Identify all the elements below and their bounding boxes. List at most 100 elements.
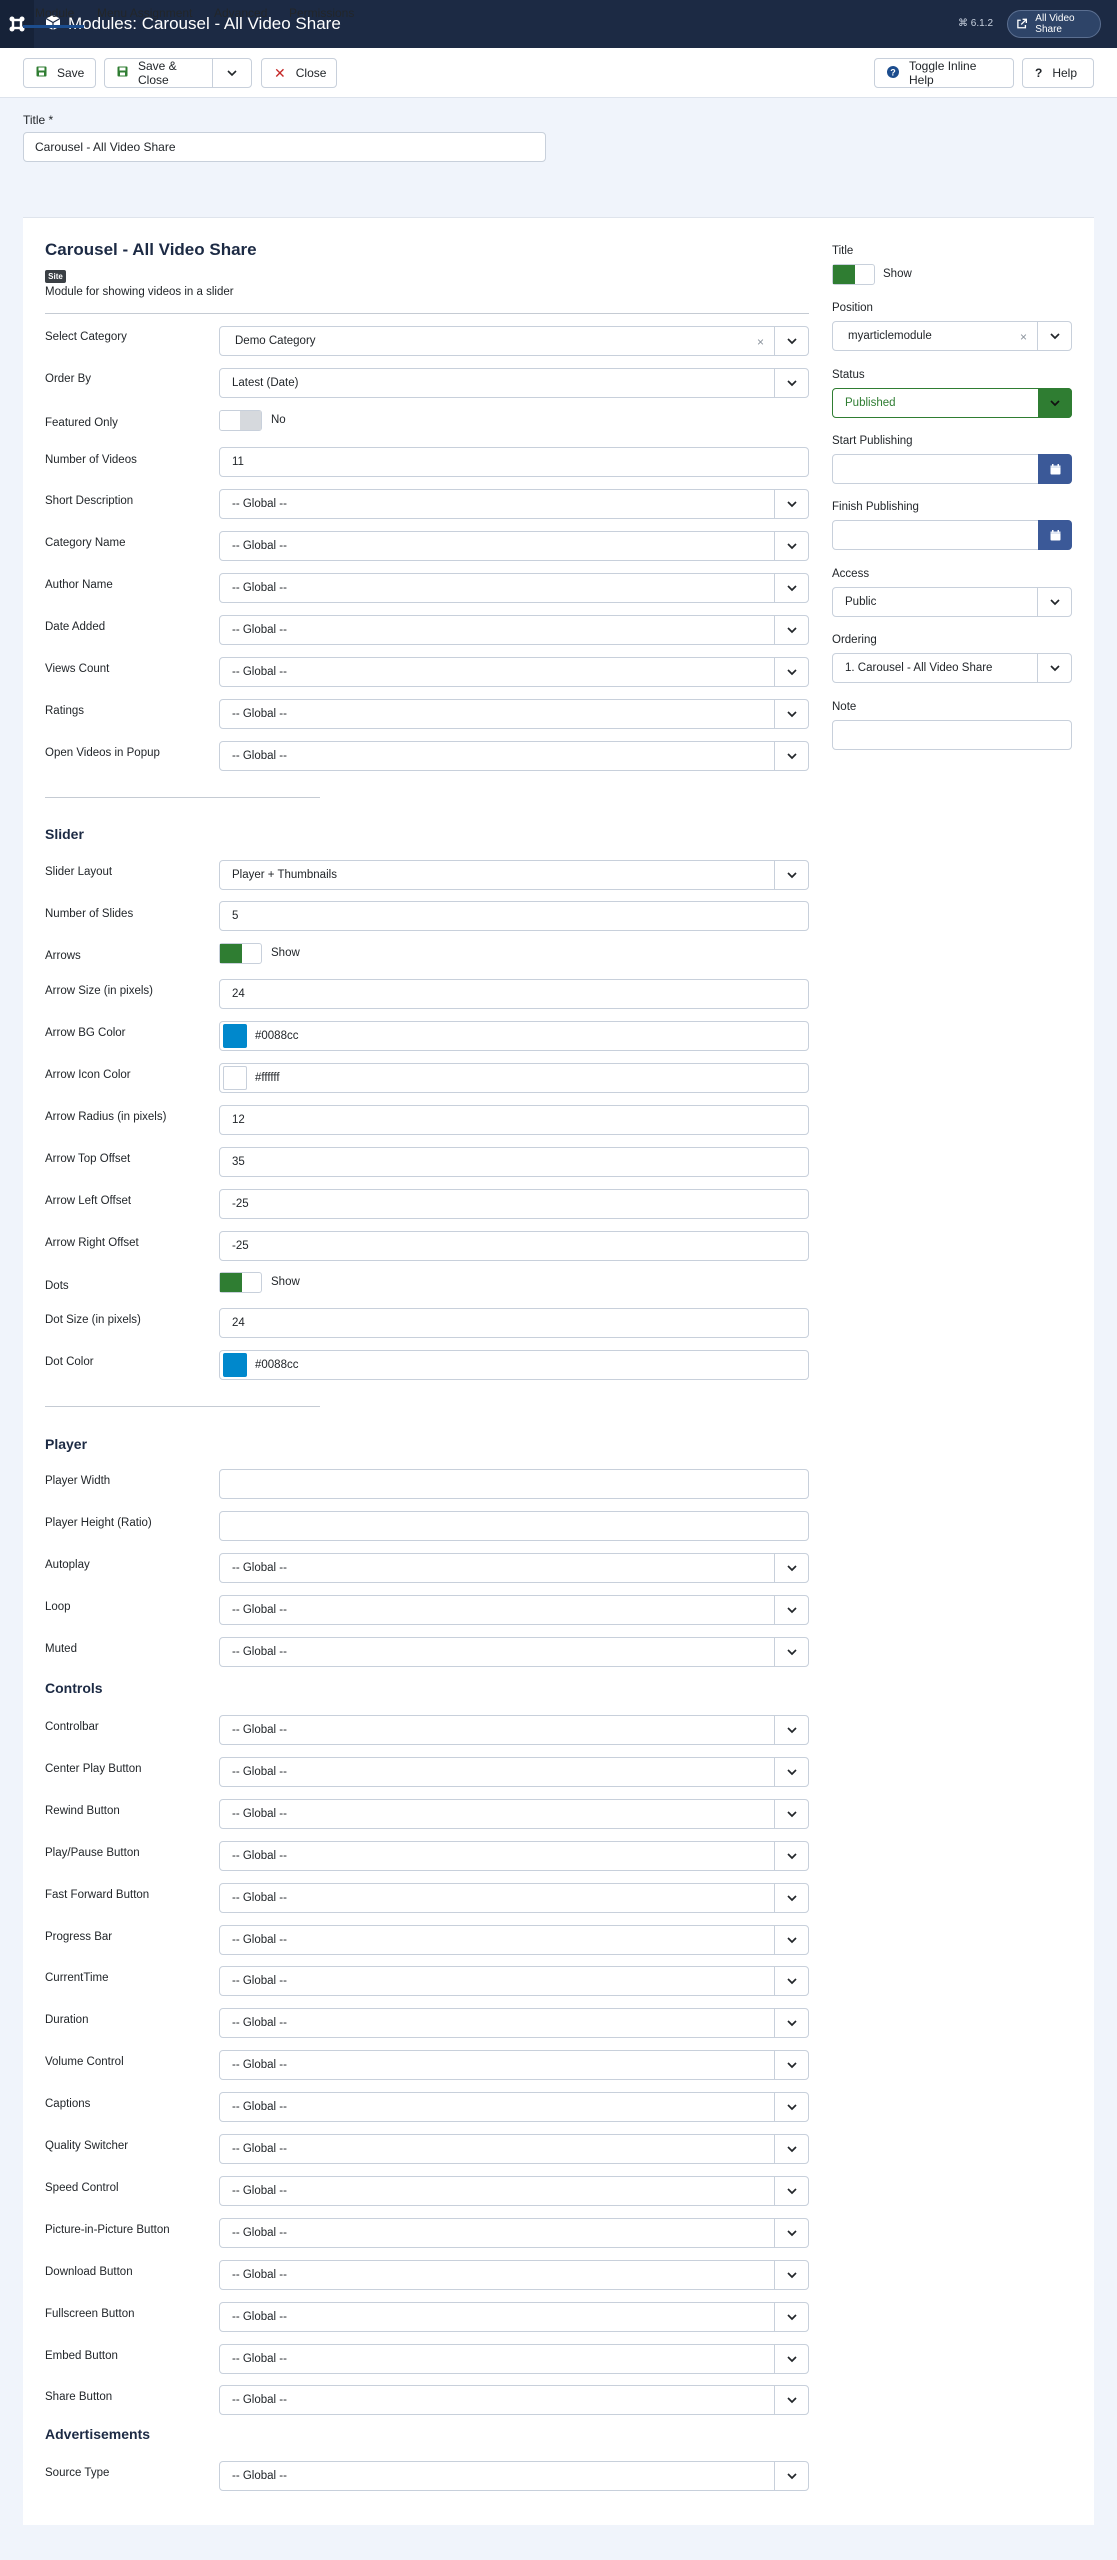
chevron-down-icon[interactable] (774, 327, 808, 355)
divider (45, 797, 320, 798)
center-play-button-select[interactable]: -- Global -- (219, 1757, 809, 1787)
quality-switcher-select[interactable]: -- Global -- (219, 2134, 809, 2164)
progress-bar-select[interactable]: -- Global -- (219, 1925, 809, 1955)
picture-in-picture-button-select[interactable]: -- Global -- (219, 2218, 809, 2248)
tab-permissions[interactable]: Permissions (289, 0, 354, 28)
save-close-button[interactable]: Save & Close (104, 58, 213, 88)
author-name-value: -- Global -- (232, 582, 287, 594)
dot-color-input[interactable]: #0088cc (219, 1350, 809, 1380)
start-publishing-input[interactable] (832, 454, 1072, 484)
arrow-bg-color-input[interactable]: #0088cc (219, 1021, 809, 1051)
order-by-select[interactable]: Latest (Date) (219, 368, 809, 398)
featured-only-toggle[interactable] (219, 410, 262, 431)
speed-control-select[interactable]: -- Global -- (219, 2176, 809, 2206)
finish-publishing-input[interactable] (832, 520, 1072, 550)
open-popup-select[interactable]: -- Global -- (219, 741, 809, 771)
dot-size-input[interactable]: 24 (219, 1308, 809, 1338)
dots-label: Dots (45, 1280, 69, 1292)
volume-control-value: -- Global -- (232, 2059, 287, 2071)
show-title-toggle[interactable] (832, 264, 875, 285)
download-button-select[interactable]: -- Global -- (219, 2260, 809, 2290)
question-icon: ? (1035, 66, 1043, 80)
featured-only-state: No (271, 414, 286, 426)
source-type-label: Source Type (45, 2467, 110, 2479)
player-height-input[interactable] (219, 1511, 809, 1541)
currenttime-select[interactable]: -- Global -- (219, 1966, 809, 1996)
calendar-icon[interactable] (1038, 520, 1072, 550)
save-options-dropdown[interactable] (212, 58, 252, 88)
tab-module[interactable]: Module (23, 0, 84, 28)
author-name-select[interactable]: -- Global -- (219, 573, 809, 603)
fast-forward-button-select[interactable]: -- Global -- (219, 1883, 809, 1913)
arrow-icon-color-input[interactable]: #ffffff (219, 1063, 809, 1093)
calendar-icon[interactable] (1038, 454, 1072, 484)
dots-toggle[interactable] (219, 1272, 262, 1293)
chevron-down-icon (774, 2051, 808, 2079)
arrows-state: Show (271, 947, 300, 959)
volume-control-select[interactable]: -- Global -- (219, 2050, 809, 2080)
captions-select[interactable]: -- Global -- (219, 2092, 809, 2122)
ordering-select[interactable]: 1. Carousel - All Video Share (832, 653, 1072, 683)
speed-control-label: Speed Control (45, 2182, 119, 2194)
share-button-select[interactable]: -- Global -- (219, 2385, 809, 2415)
arrows-label: Arrows (45, 950, 81, 962)
slider-layout-select[interactable]: Player + Thumbnails (219, 860, 809, 890)
arrow-top-offset-label: Arrow Top Offset (45, 1153, 131, 1165)
chevron-down-icon (774, 616, 808, 644)
help-button[interactable]: ? Help (1022, 58, 1094, 88)
category-name-select[interactable]: -- Global -- (219, 531, 809, 561)
short-description-select[interactable]: -- Global -- (219, 489, 809, 519)
views-count-value: -- Global -- (232, 666, 287, 678)
ratings-select[interactable]: -- Global -- (219, 699, 809, 729)
arrow-right-offset-input[interactable]: -25 (219, 1231, 809, 1261)
speed-control-value: -- Global -- (232, 2185, 287, 2197)
access-select[interactable]: Public (832, 587, 1072, 617)
color-swatch[interactable] (223, 1066, 247, 1090)
ordering-value: 1. Carousel - All Video Share (845, 662, 993, 674)
player-width-input[interactable] (219, 1469, 809, 1499)
play-pause-button-select[interactable]: -- Global -- (219, 1841, 809, 1871)
controlbar-select[interactable]: -- Global -- (219, 1715, 809, 1745)
duration-select[interactable]: -- Global -- (219, 2008, 809, 2038)
muted-select[interactable]: -- Global -- (219, 1637, 809, 1667)
chevron-down-icon[interactable] (1037, 322, 1071, 350)
toggle-inline-help-button[interactable]: ? Toggle Inline Help (874, 58, 1014, 88)
rewind-button-select[interactable]: -- Global -- (219, 1799, 809, 1829)
title-input[interactable]: Carousel - All Video Share (23, 132, 546, 162)
note-input[interactable] (832, 720, 1072, 750)
arrow-left-offset-input[interactable]: -25 (219, 1189, 809, 1219)
finish-publishing-label: Finish Publishing (832, 501, 919, 513)
color-swatch[interactable] (223, 1353, 247, 1377)
clear-icon[interactable]: × (1020, 330, 1027, 344)
arrow-radius-input[interactable]: 12 (219, 1105, 809, 1135)
status-select[interactable]: Published (832, 388, 1072, 418)
chevron-down-icon (774, 1926, 808, 1954)
embed-button-label: Embed Button (45, 2350, 118, 2362)
close-button[interactable]: ✕ Close (261, 58, 337, 88)
date-added-select[interactable]: -- Global -- (219, 615, 809, 645)
number-of-slides-input[interactable]: 5 (219, 901, 809, 931)
embed-button-select[interactable]: -- Global -- (219, 2344, 809, 2374)
source-type-select[interactable]: -- Global -- (219, 2461, 809, 2491)
arrow-top-offset-input[interactable]: 35 (219, 1147, 809, 1177)
select-category-field[interactable]: Demo Category × (219, 326, 809, 356)
tab-advanced[interactable]: Advanced (214, 0, 267, 28)
color-swatch[interactable] (223, 1024, 247, 1048)
close-icon: ✕ (274, 64, 286, 81)
fullscreen-button-select[interactable]: -- Global -- (219, 2302, 809, 2332)
number-of-videos-input[interactable]: 11 (219, 447, 809, 477)
clear-icon[interactable]: × (757, 335, 764, 349)
arrows-toggle[interactable] (219, 943, 262, 964)
chevron-down-icon (774, 2135, 808, 2163)
divider (45, 313, 809, 314)
chevron-down-icon (1037, 588, 1071, 616)
arrow-size-input[interactable]: 24 (219, 979, 809, 1009)
tab-menu-assignment[interactable]: Menu Assignment (97, 0, 192, 28)
views-count-select[interactable]: -- Global -- (219, 657, 809, 687)
autoplay-select[interactable]: -- Global -- (219, 1553, 809, 1583)
position-select[interactable]: myarticlemodule × (832, 321, 1072, 351)
site-link-button[interactable]: All Video Share (1007, 10, 1101, 38)
loop-select[interactable]: -- Global -- (219, 1595, 809, 1625)
save-button[interactable]: Save (23, 58, 96, 88)
save-label: Save (57, 66, 85, 80)
